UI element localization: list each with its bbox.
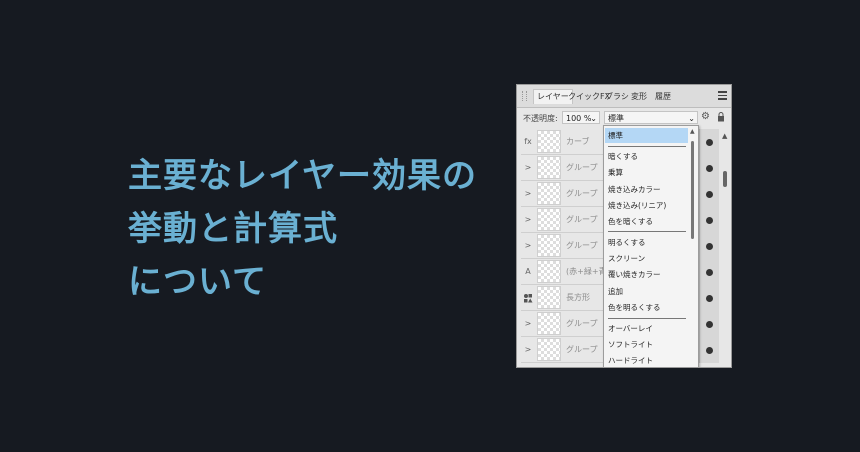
adjustment-icon: fx [524, 137, 532, 146]
expand-chevron-icon[interactable]: > [521, 181, 535, 207]
drag-grip-icon[interactable] [522, 91, 527, 101]
visibility-toggle[interactable] [699, 129, 719, 155]
blend-option[interactable]: 色を明るくする [605, 300, 688, 315]
shape-layer-icon [521, 285, 535, 311]
layer-thumbnail [537, 286, 561, 309]
opacity-value: 100 % [566, 114, 592, 123]
blend-option[interactable]: ハードライト [605, 353, 688, 367]
menu-divider [608, 318, 686, 319]
blend-option[interactable]: 焼き込みカラー [605, 182, 688, 197]
lock-icon[interactable] [717, 112, 725, 122]
visibility-toggle[interactable] [699, 155, 719, 181]
blend-option[interactable]: 乗算 [605, 165, 688, 180]
layers-panel: レイヤー クイックFX ブラシ 変形 履歴 不透明度: 100 % ⌄ 標準 ⌄… [516, 84, 732, 368]
blend-option[interactable]: オーバーレイ [605, 321, 688, 336]
opacity-label: 不透明度: [523, 114, 558, 123]
layer-thumbnail [537, 156, 561, 179]
chevron-down-icon: ⌄ [688, 114, 695, 123]
scroll-up-icon[interactable]: ▲ [690, 128, 695, 135]
blend-option[interactable]: 焼き込み(リニア) [605, 198, 688, 213]
layer-name: カーブ [566, 137, 590, 146]
headline-line-2: 挙動と計算式 [128, 209, 338, 249]
visibility-toggle[interactable] [699, 259, 719, 285]
layer-thumbnail [537, 312, 561, 335]
visibility-toggle[interactable] [699, 311, 719, 337]
layer-thumbnail [537, 260, 561, 283]
layer-name: グループ [566, 241, 598, 250]
blend-option[interactable]: 標準 [605, 128, 688, 143]
layer-name: グループ [566, 345, 598, 354]
visibility-toggle[interactable] [699, 181, 719, 207]
layer-thumbnail [537, 208, 561, 231]
visibility-toggle[interactable] [699, 285, 719, 311]
expand-chevron-icon[interactable]: > [521, 207, 535, 233]
layer-thumbnail [537, 130, 561, 153]
layer-thumbnail [537, 338, 561, 361]
headline-line-1: 主要なレイヤー効果の [128, 156, 477, 196]
chevron-down-icon: ⌄ [590, 114, 597, 123]
layer-name: グループ [566, 163, 598, 172]
blend-option[interactable]: 暗くする [605, 149, 688, 164]
expand-chevron-icon[interactable]: > [521, 311, 535, 337]
menu-divider [608, 146, 686, 147]
visibility-toggle[interactable] [699, 337, 719, 363]
scrollbar-thumb[interactable] [691, 141, 694, 239]
blend-option[interactable]: スクリーン [605, 251, 688, 266]
headline-line-3: について [128, 262, 267, 302]
expand-chevron-icon[interactable]: > [521, 337, 535, 363]
blend-mode-select[interactable]: 標準 ⌄ [604, 111, 698, 124]
layer-name: グループ [566, 215, 598, 224]
layer-thumbnail [537, 182, 561, 205]
layer-name: グループ [566, 319, 598, 328]
scroll-up-icon[interactable]: ▲ [722, 132, 727, 140]
layer-thumbnail [537, 234, 561, 257]
text-layer-icon: A [525, 267, 531, 276]
visibility-toggle[interactable] [699, 207, 719, 233]
headline: 主要なレイヤー効果の 挙動と計算式 について [128, 150, 477, 309]
dropdown-scrollbar[interactable]: ▲ [690, 128, 697, 367]
expand-chevron-icon[interactable]: > [521, 155, 535, 181]
gear-icon[interactable]: ⚙ [701, 112, 711, 122]
tab-transform[interactable]: 変形 [628, 90, 650, 104]
blend-option[interactable]: ソフトライト [605, 337, 688, 352]
blend-option[interactable]: 色を暗くする [605, 214, 688, 229]
blend-mode-value: 標準 [608, 114, 624, 123]
expand-chevron-icon[interactable]: > [521, 233, 535, 259]
menu-divider [608, 231, 686, 232]
panel-tab-bar: レイヤー クイックFX ブラシ 変形 履歴 [517, 85, 731, 108]
blend-mode-dropdown: 標準 暗くする 乗算 焼き込みカラー 焼き込み(リニア) 色を暗くする 明るくす… [603, 125, 699, 367]
blend-option[interactable]: 明るくする [605, 235, 688, 250]
blend-option[interactable]: 覆い焼きカラー [605, 267, 688, 282]
scrollbar-thumb[interactable] [723, 171, 727, 187]
visibility-toggle[interactable] [699, 233, 719, 259]
layer-name: 長方形 [566, 293, 590, 302]
layer-list-scrollbar[interactable]: ▲ [721, 129, 730, 367]
panel-menu-icon[interactable] [718, 91, 727, 100]
layer-name: (赤+緑+青 [566, 267, 607, 276]
tab-history[interactable]: 履歴 [652, 90, 674, 104]
layer-name: グループ [566, 189, 598, 198]
opacity-select[interactable]: 100 % ⌄ [562, 111, 600, 124]
blend-option[interactable]: 追加 [605, 284, 688, 299]
